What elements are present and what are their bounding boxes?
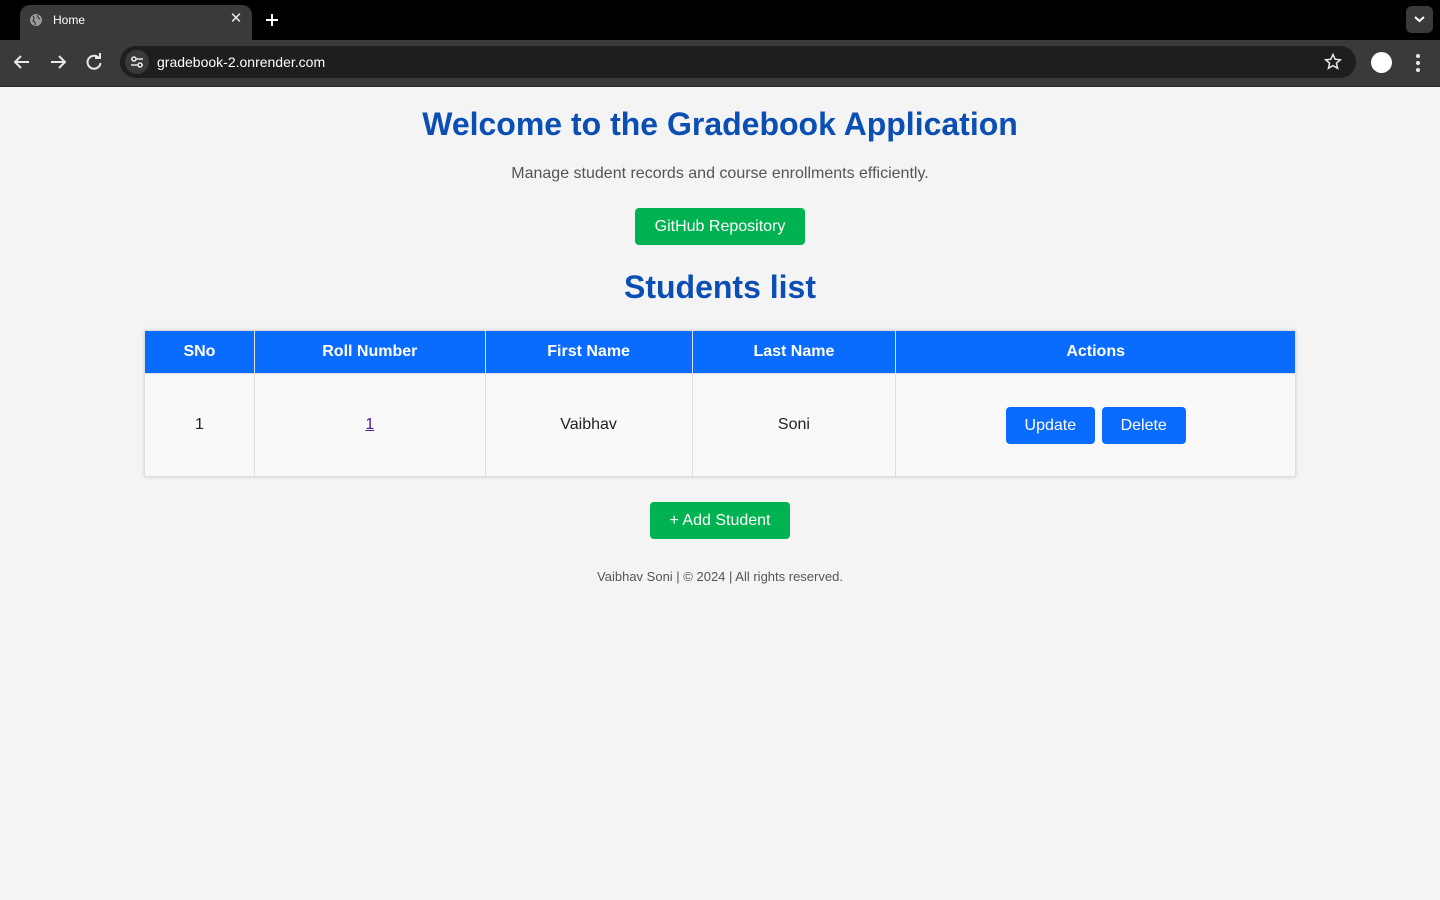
url-text: gradebook-2.onrender.com <box>157 54 326 70</box>
page-title: Welcome to the Gradebook Application <box>422 106 1018 142</box>
profile-avatar[interactable] <box>1371 52 1392 73</box>
page-subtitle: Manage student records and course enroll… <box>511 165 929 182</box>
site-info-button[interactable] <box>125 50 149 74</box>
students-table: SNo Roll Number First Name Last Name Act… <box>144 330 1296 477</box>
table-row: 1 1 Vaibhav Soni Update Delete <box>144 373 1296 477</box>
browser-tab[interactable]: Home ✕ <box>20 5 252 40</box>
cell-last-name: Soni <box>691 373 897 477</box>
more-menu-icon[interactable] <box>1409 52 1427 74</box>
footer-text: Vaibhav Soni | © 2024 | All rights reser… <box>597 569 843 584</box>
students-list-title: Students list <box>623 269 816 305</box>
cell-roll-number: 1 <box>253 373 486 477</box>
header-first-name: First Name <box>484 330 693 374</box>
cell-first-name: Vaibhav <box>484 373 693 477</box>
reload-icon[interactable] <box>83 51 105 73</box>
address-bar[interactable]: gradebook-2.onrender.com <box>120 46 1356 78</box>
header-last-name: Last Name <box>691 330 897 374</box>
browser-toolbar: gradebook-2.onrender.com <box>0 40 1440 87</box>
table-header-row: SNo Roll Number First Name Last Name Act… <box>144 330 1296 374</box>
back-arrow-icon[interactable] <box>11 51 33 73</box>
close-icon[interactable]: ✕ <box>228 11 244 27</box>
tab-search-button[interactable] <box>1406 6 1433 33</box>
header-roll-number: Roll Number <box>253 330 486 374</box>
tune-icon <box>131 56 143 68</box>
page-content: Welcome to the Gradebook Application Man… <box>0 88 1440 900</box>
update-button[interactable]: Update <box>1005 406 1096 444</box>
delete-button[interactable]: Delete <box>1101 406 1186 444</box>
globe-icon <box>30 14 42 26</box>
tab-title: Home <box>53 13 86 27</box>
browser-tab-bar: Home ✕ <box>0 0 1440 40</box>
chevron-down-icon <box>1414 16 1425 23</box>
forward-arrow-icon[interactable] <box>47 51 69 73</box>
cell-sno: 1 <box>144 373 255 477</box>
new-tab-icon[interactable] <box>262 10 282 30</box>
roll-number-link[interactable]: 1 <box>365 416 374 433</box>
header-sno: SNo <box>144 330 255 374</box>
github-repository-button[interactable]: GitHub Repository <box>635 208 805 245</box>
bookmark-star-icon[interactable] <box>1324 53 1342 71</box>
add-student-button[interactable]: + Add Student <box>650 502 790 539</box>
cell-actions: Update Delete <box>895 373 1296 477</box>
header-actions: Actions <box>895 330 1296 374</box>
